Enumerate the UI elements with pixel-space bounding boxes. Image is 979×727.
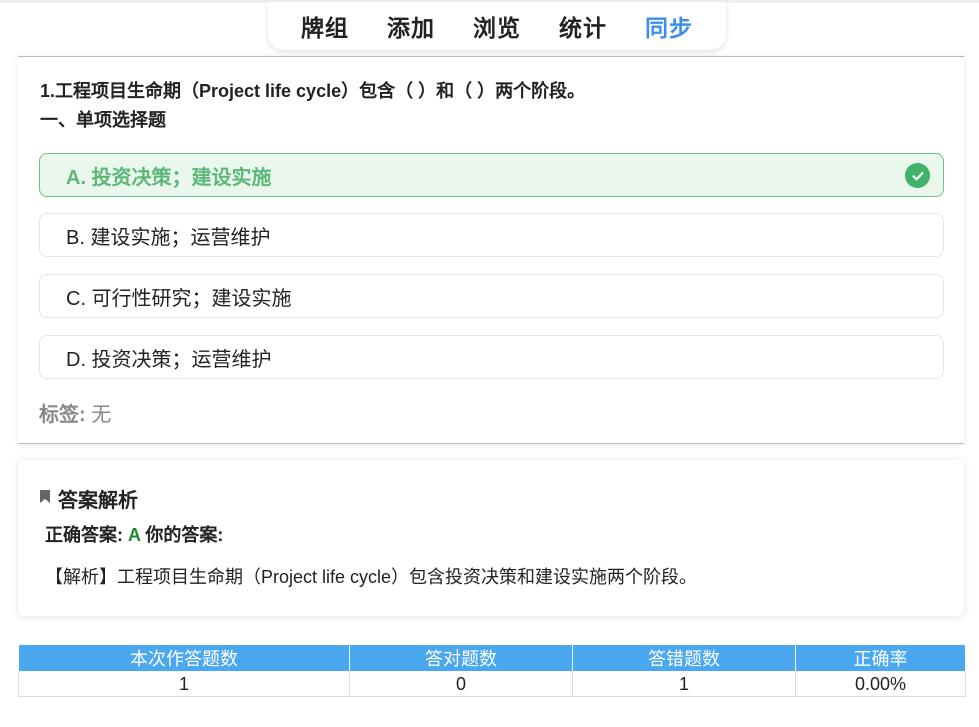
tab-stats[interactable]: 统计 [559, 9, 607, 43]
answer-header: 答案解析 [40, 484, 138, 513]
stats-header-row: 本次作答题数 答对题数 答错题数 正确率 [18, 644, 966, 672]
option-label: C. 可行性研究；建设实施 [66, 287, 292, 310]
option-label: D. 投资决策；运营维护 [66, 348, 272, 371]
answer-card: 答案解析 正确答案: A 你的答案: 【解析】工程项目生命期（Project l… [18, 460, 964, 616]
value-wrong: 1 [572, 671, 796, 697]
option-a[interactable]: A. 投资决策；建设实施 [39, 153, 944, 197]
tags-row: 标签: 无 [39, 398, 111, 427]
correct-answer-label: 正确答案: [45, 525, 123, 545]
check-circle-icon [905, 163, 930, 188]
correct-answer-value: A [128, 525, 141, 545]
tags-label: 标签: [39, 404, 86, 426]
question-title: 1.工程项目生命期（Project life cycle）包含（ ）和（ ）两个… [40, 81, 586, 101]
question-type: 一、单项选择题 [40, 110, 166, 130]
your-answer-label: 你的答案: [145, 525, 224, 545]
answer-explanation: 【解析】工程项目生命期（Project life cycle）包含投资决策和建设… [45, 567, 698, 587]
header-correct: 答对题数 [349, 644, 573, 672]
option-c[interactable]: C. 可行性研究；建设实施 [39, 274, 944, 318]
header-answered: 本次作答题数 [18, 644, 350, 672]
option-label: B. 建设实施；运营维护 [66, 226, 271, 249]
answer-summary: 正确答案: A 你的答案: [45, 521, 223, 547]
bookmark-icon [40, 489, 50, 508]
header-wrong: 答错题数 [572, 644, 796, 672]
tab-browse[interactable]: 浏览 [473, 9, 521, 43]
top-navigation: 牌组 添加 浏览 统计 同步 [268, 2, 726, 50]
tab-decks[interactable]: 牌组 [301, 9, 349, 43]
question-card: 1.工程项目生命期（Project life cycle）包含（ ）和（ ）两个… [18, 56, 964, 444]
option-d[interactable]: D. 投资决策；运营维护 [39, 335, 944, 379]
tags-value: 无 [91, 404, 112, 426]
header-accuracy: 正确率 [795, 644, 966, 672]
tab-add[interactable]: 添加 [387, 9, 435, 43]
answer-title: 答案解析 [58, 490, 138, 512]
stats-table: 本次作答题数 答对题数 答错题数 正确率 1 0 1 0.00% [18, 644, 966, 697]
option-b[interactable]: B. 建设实施；运营维护 [39, 213, 944, 257]
value-correct: 0 [349, 671, 573, 697]
stats-value-row: 1 0 1 0.00% [18, 671, 966, 697]
value-answered: 1 [18, 671, 350, 697]
option-label: A. 投资决策；建设实施 [66, 166, 272, 189]
tab-sync[interactable]: 同步 [645, 9, 693, 43]
value-accuracy: 0.00% [795, 671, 966, 697]
